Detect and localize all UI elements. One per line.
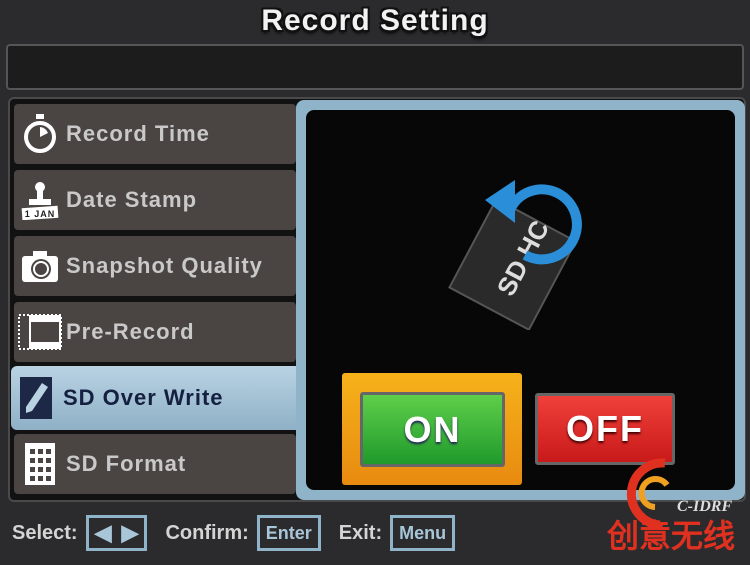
- arrow-right-icon: ▶: [121, 520, 139, 545]
- menu-item-label: SD Over Write: [63, 385, 224, 410]
- confirm-label: Confirm:: [165, 521, 249, 544]
- svg-text:1 JAN: 1 JAN: [25, 209, 56, 219]
- svg-text:创意无线: 创意无线: [606, 517, 735, 555]
- exit-label: Exit:: [338, 521, 383, 544]
- menu-item-snapshot-quality[interactable]: Snapshot Quality: [14, 236, 296, 296]
- menu-item-pre-record[interactable]: Pre-Record: [14, 302, 296, 362]
- sd-card-overwrite-icon: SD HC: [448, 180, 582, 330]
- page-title: Record Setting: [261, 4, 489, 37]
- menu-item-label: SD Format: [66, 451, 187, 476]
- watermark-logo: C-IDRF 创意无线: [606, 458, 735, 555]
- menu-item-label: Record Time: [66, 121, 210, 146]
- stopwatch-icon: [14, 114, 66, 154]
- svg-text:C-IDRF: C-IDRF: [677, 498, 732, 515]
- film-icon: [14, 313, 66, 351]
- arrow-left-icon: ◀: [94, 520, 112, 545]
- pencil-icon: [11, 377, 63, 419]
- menu-item-label: Snapshot Quality: [66, 253, 263, 278]
- stamp-icon: 1 JAN: [14, 180, 66, 220]
- menu-item-record-time[interactable]: Record Time: [14, 104, 296, 164]
- menu-item-sd-format[interactable]: SD Format: [14, 434, 296, 494]
- menu-item-label: Date Stamp: [66, 187, 198, 212]
- enter-key: Enter: [256, 515, 321, 551]
- arrow-keys: ◀ ▶: [85, 515, 148, 551]
- on-button[interactable]: ON: [360, 392, 505, 467]
- select-label: Select:: [12, 521, 78, 544]
- info-bar: [6, 44, 744, 90]
- footer-hints: Select: ◀ ▶ Confirm: Enter Exit: Menu: [12, 513, 465, 553]
- menu-item-date-stamp[interactable]: 1 JAN Date Stamp: [14, 170, 296, 230]
- menu-key: Menu: [390, 515, 456, 551]
- menu-item-label: Pre-Record: [66, 319, 195, 344]
- grid-icon: [14, 443, 66, 485]
- menu-item-sd-over-write[interactable]: SD Over Write: [11, 366, 303, 430]
- camera-icon: [14, 249, 66, 283]
